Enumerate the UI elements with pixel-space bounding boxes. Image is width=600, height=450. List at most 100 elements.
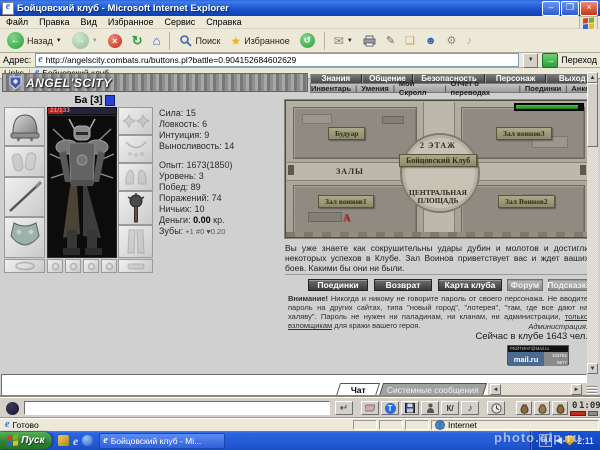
translit-button[interactable]: К/: [441, 401, 459, 415]
history-button[interactable]: ↺: [297, 32, 318, 49]
send-button[interactable]: ↵: [335, 401, 353, 415]
back-button[interactable]: ← Назад▼: [4, 31, 65, 50]
menu-edit[interactable]: Правка: [39, 17, 69, 27]
chat-input[interactable]: [24, 401, 330, 415]
sound-button[interactable]: ♪: [461, 401, 479, 415]
start-flag-icon: [7, 434, 18, 446]
stop-icon: ×: [108, 34, 122, 48]
edit-button[interactable]: ✎: [383, 33, 398, 48]
slot-leggings[interactable]: [118, 225, 153, 258]
counter-num2: 9677: [557, 360, 567, 365]
address-input[interactable]: e http://angelscity.combats.ru/buttons.p…: [35, 53, 519, 67]
map-banner-hall3[interactable]: Зал воинов3: [496, 127, 552, 140]
taskbar-task-ie[interactable]: e Бойцовский клуб - Mi...: [99, 433, 225, 449]
favorites-button[interactable]: ★ Избранное: [227, 33, 292, 49]
slot-ring-4[interactable]: [101, 259, 117, 273]
messenger-button[interactable]: ☻: [422, 34, 440, 48]
slot-mace[interactable]: [118, 191, 153, 225]
go-button[interactable]: → Переход: [542, 53, 597, 68]
slot-weapon[interactable]: [4, 177, 45, 217]
tools-extra-button[interactable]: ⚙: [444, 33, 460, 48]
close-button[interactable]: ×: [580, 1, 598, 16]
main-scrollbar[interactable]: ▲ ▼: [587, 72, 598, 374]
nav-scroll[interactable]: Мой Скролл: [399, 79, 441, 97]
smiley-picker-icon[interactable]: [6, 402, 19, 415]
passport-icon[interactable]: [105, 95, 115, 106]
nav-inventory[interactable]: Инвентарь: [311, 84, 351, 93]
moneybag-3-icon[interactable]: [552, 401, 568, 415]
slot-amulet[interactable]: [118, 259, 153, 273]
chat-tab-active[interactable]: Чат: [336, 383, 380, 396]
forum-button[interactable]: Форум: [507, 279, 543, 291]
chat-scroll-left[interactable]: ◄: [490, 384, 501, 395]
map-banner-boudoir[interactable]: Будуар: [328, 127, 365, 140]
slot-ring-3[interactable]: [83, 259, 99, 273]
time-button[interactable]: [487, 401, 505, 415]
nav-skills[interactable]: Умения: [361, 84, 389, 93]
moneybag-2-icon[interactable]: [534, 401, 550, 415]
filter-button[interactable]: Т: [381, 401, 399, 415]
chat-input-row: ↵ Т К/ ♪ 0 1:09: [0, 397, 600, 418]
print-button[interactable]: [360, 34, 379, 48]
maximize-button[interactable]: ❐: [561, 1, 579, 16]
slot-earrings[interactable]: [118, 107, 153, 135]
stop-button[interactable]: ×: [105, 33, 125, 49]
scroll-down-arrow[interactable]: ▼: [587, 363, 598, 374]
clear-chat-button[interactable]: [361, 401, 379, 415]
rating-counter[interactable]: РЕЙТИНГ@Mail.ru mail.ru 1027519677: [507, 345, 569, 365]
start-button[interactable]: Пуск: [0, 432, 52, 449]
hint-button[interactable]: Подсказка: [548, 279, 590, 291]
slot-necklace[interactable]: [118, 135, 153, 163]
home-button[interactable]: ⌂: [150, 32, 164, 49]
slot-ring-2[interactable]: [65, 259, 81, 273]
hp-value: 21/133: [50, 108, 70, 114]
warning-signature: Администрация.: [288, 322, 588, 331]
hp-bar: 21/133: [47, 107, 117, 115]
chat-scroll-right[interactable]: ►: [571, 384, 582, 395]
discuss-button[interactable]: ❑: [402, 33, 418, 48]
moneybag-1-icon[interactable]: [516, 401, 532, 415]
quicklaunch-icon-1[interactable]: [58, 435, 69, 446]
ignore-button[interactable]: [421, 401, 439, 415]
quicklaunch-icon-3[interactable]: [82, 435, 93, 446]
resize-grip[interactable]: [587, 386, 597, 394]
nav-knowledge[interactable]: Знания: [310, 74, 362, 83]
slot-helmet[interactable]: [4, 107, 45, 146]
back-icon: ←: [7, 32, 24, 49]
forward-button[interactable]: →▼: [69, 31, 101, 50]
slot-ring-1[interactable]: [47, 259, 63, 273]
quicklaunch-ie-icon[interactable]: e: [73, 437, 78, 445]
club-map-button[interactable]: Карта клуба: [438, 279, 502, 291]
menu-tools[interactable]: Сервис: [164, 17, 195, 27]
tray-shield-icon[interactable]: [565, 436, 574, 446]
title-bar[interactable]: e Бойцовский клуб - Microsoft Internet E…: [0, 0, 600, 16]
save-log-button[interactable]: [401, 401, 419, 415]
map-banner-hall1[interactable]: Зал воинов1: [318, 195, 374, 208]
mail-button[interactable]: ✉▼: [331, 33, 356, 49]
duels-button[interactable]: Поединки: [308, 279, 368, 291]
return-button[interactable]: Возврат: [374, 279, 432, 291]
refresh-button[interactable]: ↻: [129, 32, 146, 50]
filter-icon: Т: [385, 403, 396, 414]
slot-gloves[interactable]: [4, 146, 45, 177]
minimize-button[interactable]: –: [542, 1, 560, 16]
slot-armor[interactable]: [4, 217, 45, 258]
media-button[interactable]: ♪: [463, 34, 475, 48]
chat-tab-system[interactable]: Системные сообщения: [379, 383, 487, 396]
search-button[interactable]: Поиск: [176, 33, 223, 48]
scroll-up-arrow[interactable]: ▲: [587, 72, 598, 83]
menu-favorites[interactable]: Избранное: [108, 17, 154, 27]
address-dropdown-button[interactable]: ▼: [523, 53, 538, 68]
slot-gauntlets[interactable]: [118, 163, 153, 191]
menu-help[interactable]: Справка: [206, 17, 241, 27]
tray-volume-icon[interactable]: ◀: [555, 435, 562, 446]
menu-file[interactable]: Файл: [6, 17, 28, 27]
slot-bracelet[interactable]: [4, 259, 45, 273]
scroll-thumb[interactable]: [587, 83, 598, 147]
tray-language-icon[interactable]: RU: [539, 434, 552, 447]
menu-view[interactable]: Вид: [81, 17, 97, 27]
nav-transfers[interactable]: Отчет о переводах: [451, 79, 515, 97]
nav-duels[interactable]: Поединки: [525, 84, 561, 93]
map-banner-hall2[interactable]: Зал Воинов2: [498, 195, 555, 208]
map-gate-left-icon: [288, 165, 294, 175]
